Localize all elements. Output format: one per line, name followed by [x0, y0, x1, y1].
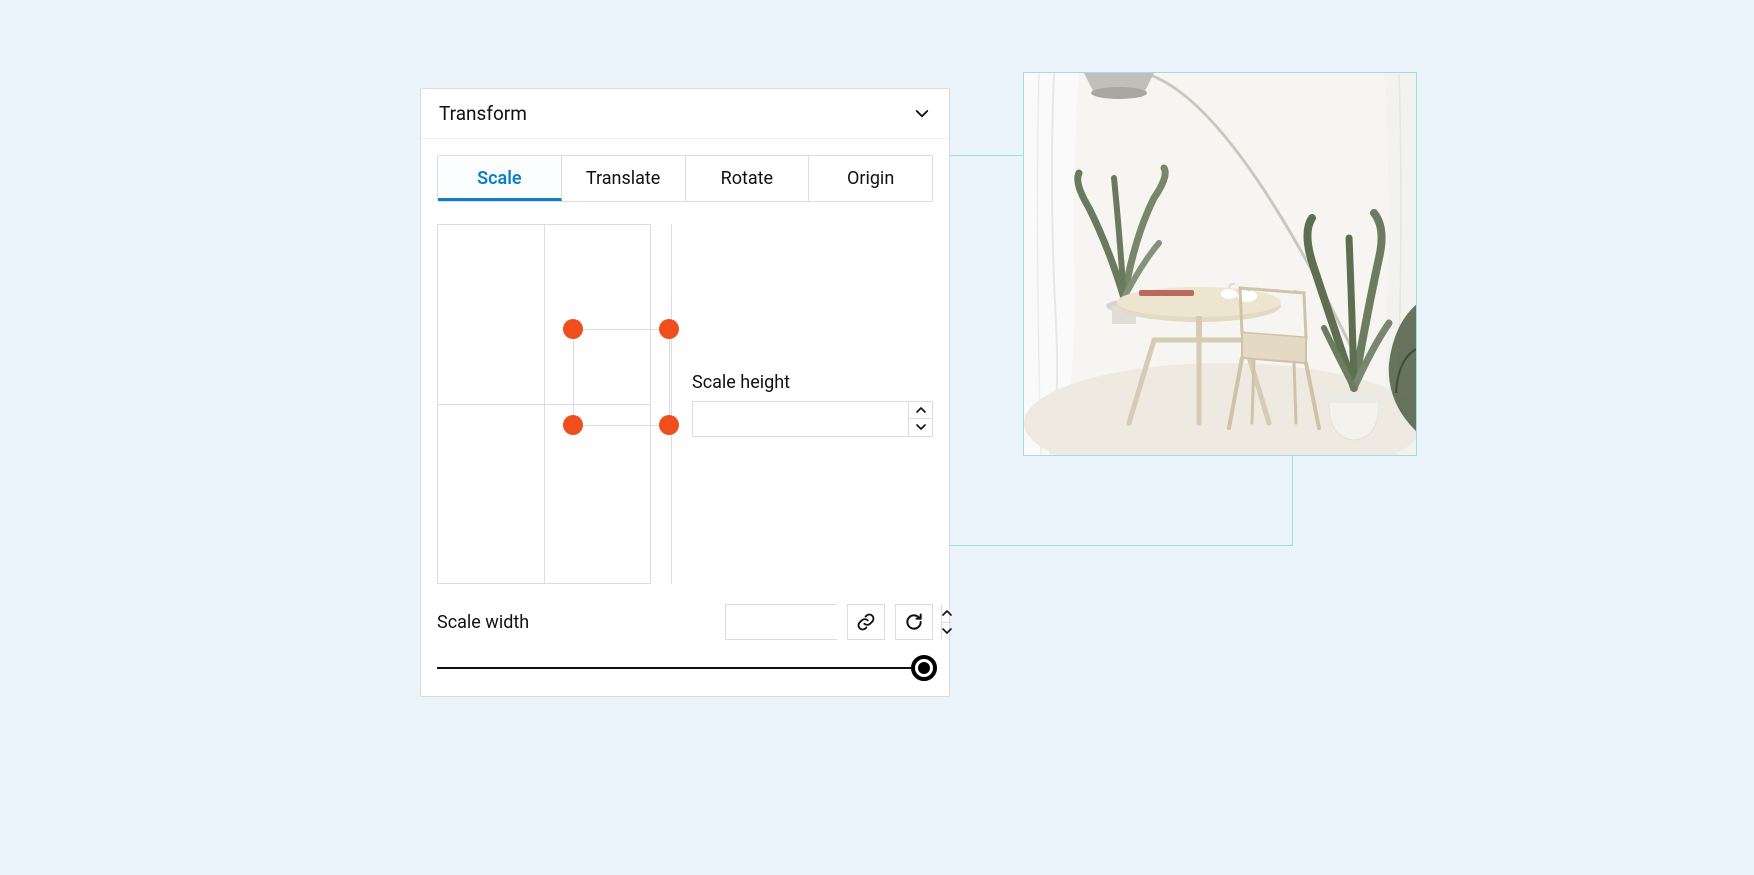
slider-handle[interactable] [911, 655, 937, 681]
tab-rotate[interactable]: Rotate [686, 156, 810, 201]
scale-width-input [725, 604, 837, 640]
scale-edge-right [669, 329, 670, 425]
scale-handle-tr[interactable] [659, 319, 679, 339]
link-icon [856, 612, 876, 632]
panel-title: Transform [439, 102, 527, 125]
image-preview [1023, 72, 1417, 456]
chevron-down-icon [916, 424, 926, 430]
connector-line [950, 545, 1293, 546]
transform-tabs: Scale Translate Rotate Origin [437, 155, 933, 202]
room-illustration [1024, 73, 1417, 456]
scale-edge-top [573, 329, 669, 330]
reset-button[interactable] [895, 604, 933, 640]
scale-handle-bl[interactable] [563, 415, 583, 435]
panel-header-toggle[interactable]: Transform [421, 89, 949, 139]
scale-height-step-up[interactable] [909, 402, 932, 420]
scale-height-stepper [908, 402, 932, 436]
connector-line [1292, 455, 1293, 545]
panel-body: Scale Translate Rotate Origin [421, 139, 949, 696]
scale-width-slider[interactable] [437, 656, 933, 680]
chevron-down-icon [913, 105, 931, 123]
scale-content: Scale height [437, 224, 933, 584]
scale-width-section: Scale width [437, 604, 933, 680]
chevron-down-icon [942, 628, 952, 634]
tab-origin[interactable]: Origin [809, 156, 932, 201]
tab-translate[interactable]: Translate [562, 156, 686, 201]
scale-handle-tl[interactable] [563, 319, 583, 339]
scale-handle-br[interactable] [659, 415, 679, 435]
reset-icon [904, 612, 924, 632]
chevron-up-icon [916, 407, 926, 413]
slider-track [437, 667, 933, 669]
scale-edge-left [573, 329, 574, 425]
scale-height-input [692, 401, 933, 437]
scale-height-step-down[interactable] [909, 419, 932, 436]
scale-width-step-down[interactable] [942, 623, 952, 640]
tab-scale[interactable]: Scale [438, 156, 562, 201]
link-aspect-button[interactable] [847, 604, 885, 640]
scale-height-label: Scale height [692, 372, 933, 393]
scale-height-field[interactable] [693, 402, 908, 436]
transform-panel: Transform Scale Translate Rotate Origin [420, 88, 950, 697]
scale-rect [573, 329, 669, 425]
separator [671, 224, 672, 584]
scale-edge-bottom [573, 425, 669, 426]
scale-width-step-up[interactable] [942, 605, 952, 623]
scale-grid[interactable] [437, 224, 651, 584]
connector-line [950, 155, 1023, 156]
scale-height-column: Scale height [692, 224, 933, 584]
chevron-up-icon [942, 610, 952, 616]
scale-width-stepper [941, 605, 952, 639]
scale-width-label: Scale width [437, 612, 715, 633]
